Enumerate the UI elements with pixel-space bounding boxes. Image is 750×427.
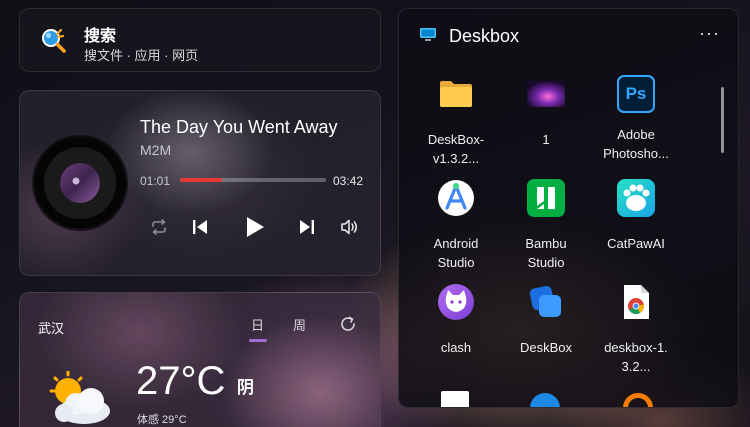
monitor-icon <box>420 28 436 41</box>
search-title: 搜索 <box>84 28 117 45</box>
item-label: CatPawAI <box>607 236 665 251</box>
catpawai-icon <box>617 179 655 217</box>
progress-fill <box>180 178 223 182</box>
album-cover-image <box>60 163 100 203</box>
desktop-item[interactable]: Android Studio <box>410 179 502 272</box>
repeat-icon <box>152 219 166 235</box>
android-studio-icon <box>438 180 474 216</box>
folder-icon <box>440 81 472 107</box>
temperature: 27°C <box>136 359 226 403</box>
current-time: 01:01 <box>140 174 171 188</box>
progress-slider[interactable] <box>180 178 326 182</box>
bambu-studio-icon <box>527 179 565 217</box>
file-icon-partial <box>441 391 469 407</box>
feels-like: 体感 29°C <box>137 414 187 426</box>
deskbox-panel: Deskbox ··· DeskBox-v1.3.2... 1 Ps Adobe… <box>398 8 739 408</box>
item-label: DeskBox <box>519 340 573 355</box>
desktop-item[interactable]: CatPawAI <box>590 179 682 253</box>
scrollbar-thumb[interactable] <box>721 87 724 153</box>
search-subtitle: 搜文件 · 应用 · 网页 <box>84 48 199 63</box>
weather-widget: 武汉 日 周 27°C 阴 体感 29°C <box>19 292 381 427</box>
item-label: Adobe Photosho... <box>603 127 669 161</box>
desktop-item[interactable]: DeskBox-v1.3.2... <box>410 75 502 168</box>
refresh-icon[interactable] <box>339 315 357 333</box>
clash-cat-icon <box>438 284 474 320</box>
desktop-item[interactable]: DeskBox <box>500 283 592 357</box>
photoshop-icon: Ps <box>617 75 655 113</box>
weather-city: 武汉 <box>38 321 65 336</box>
app-icon-partial <box>623 393 653 407</box>
deskbox-title: Deskbox <box>449 26 520 46</box>
chrome-file-icon <box>624 285 649 319</box>
play-icon <box>247 217 264 237</box>
tab-day[interactable]: 日 <box>251 315 264 334</box>
music-player-widget: The Day You Went Away M2M 01:01 03:42 <box>19 90 381 276</box>
total-time: 03:42 <box>333 174 364 188</box>
desktop-item[interactable]: Bambu Studio <box>500 179 592 272</box>
search-widget[interactable]: 搜索 搜文件 · 应用 · 网页 <box>19 8 381 72</box>
item-label: 1 <box>542 132 550 147</box>
skip-previous-icon <box>193 220 207 234</box>
desktop-item[interactable]: deskbox-1. 3.2... <box>590 283 682 376</box>
play-button[interactable] <box>242 215 266 239</box>
item-label: deskbox-1. 3.2... <box>604 340 668 374</box>
next-track-button[interactable] <box>295 215 319 239</box>
more-options-button[interactable]: ··· <box>699 23 720 44</box>
previous-track-button[interactable] <box>188 215 212 239</box>
item-label: Bambu Studio <box>525 236 567 270</box>
skip-next-icon <box>300 220 314 234</box>
image-thumbnail-icon <box>527 81 565 107</box>
tab-week[interactable]: 周 <box>293 315 306 334</box>
partly-cloudy-icon <box>49 371 110 424</box>
song-title: The Day You Went Away <box>140 117 338 137</box>
item-label: clash <box>440 340 472 355</box>
app-icon-partial <box>530 393 560 407</box>
item-label: Android Studio <box>433 236 479 270</box>
song-artist: M2M <box>140 142 172 158</box>
album-disc[interactable] <box>34 137 126 229</box>
desktop-item[interactable]: clash <box>410 283 502 357</box>
volume-button[interactable] <box>338 215 362 239</box>
desktop-item[interactable]: 1 <box>500 75 592 149</box>
item-label: DeskBox-v1.3.2... <box>427 132 485 166</box>
active-tab-indicator <box>249 339 267 342</box>
repeat-button[interactable] <box>147 215 171 239</box>
deskbox-app-icon <box>529 285 561 317</box>
volume-icon <box>341 219 357 235</box>
weather-condition: 阴 <box>237 378 254 397</box>
desktop-item[interactable]: Ps Adobe Photosho... <box>590 75 682 163</box>
search-icon <box>42 28 66 53</box>
